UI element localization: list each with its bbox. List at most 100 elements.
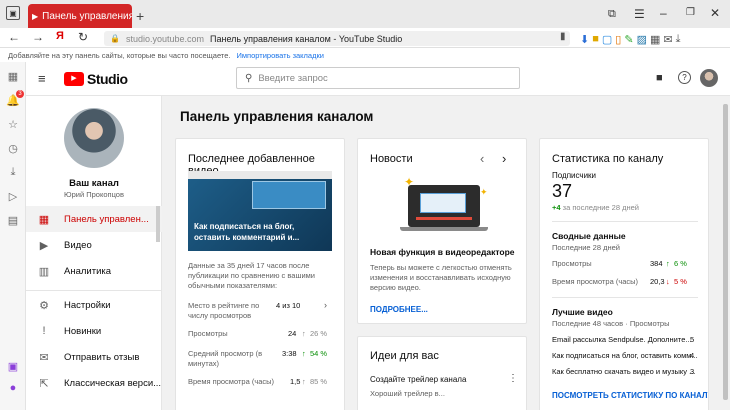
- extension-download-icon[interactable]: ⤓: [676, 33, 681, 46]
- youtube-logo-icon: ▶: [64, 72, 84, 86]
- list-item[interactable]: Email рассылка Sendpulse. Дополните... 5: [552, 335, 698, 347]
- news-title: Новости: [370, 153, 413, 165]
- chevron-right-icon: ›: [324, 300, 327, 310]
- notification-badge: 3: [16, 90, 24, 98]
- arrow-up-icon: ↑: [666, 259, 670, 268]
- subs-label: Подписчики: [552, 171, 597, 180]
- watch-label: Время просмотра (часы): [552, 277, 639, 286]
- tab-youtube-studio[interactable]: ▶ Панель управления к ✕: [28, 4, 132, 28]
- channel-avatar[interactable]: [64, 108, 124, 168]
- row-value: 1,5: [290, 377, 301, 386]
- lock-icon: 🔒: [110, 34, 120, 43]
- more-vert-icon[interactable]: ⋮: [508, 373, 518, 384]
- back-icon[interactable]: ←: [8, 30, 20, 44]
- apps-grid-icon[interactable]: ▦: [5, 68, 21, 84]
- news-more-link[interactable]: ПОДРОБНЕЕ...: [370, 305, 428, 314]
- url-host: studio.youtube.com: [125, 33, 205, 44]
- sidebar-item-label: Настройки: [64, 299, 111, 311]
- extension-square-icon[interactable]: ■: [592, 33, 599, 45]
- scrollbar-thumb[interactable]: [723, 104, 728, 400]
- help-icon[interactable]: ?: [678, 71, 691, 84]
- sidebar-item-settings[interactable]: ⚙ Настройки: [26, 292, 162, 318]
- latest-video-summary: Данные за 35 дней 17 часов после публика…: [188, 261, 315, 290]
- alice-assistant-icon[interactable]: ●: [5, 380, 21, 396]
- extension-grid-icon[interactable]: ▦: [650, 33, 660, 46]
- extension-frame-icon[interactable]: ▢: [602, 33, 612, 46]
- menu-icon[interactable]: ☰: [634, 7, 645, 21]
- best-period: Последние 48 часов · Просмотры: [552, 319, 670, 328]
- list-item[interactable]: Как подписаться на блог, оставить комм..…: [552, 351, 698, 363]
- sidebar-divider: [26, 290, 162, 291]
- sidebar-item-feedback[interactable]: ✉ Отправить отзыв: [26, 344, 162, 370]
- row-label: Место в рейтинге по числу просмотров: [188, 301, 260, 320]
- extension-chat-icon[interactable]: ✉: [663, 33, 672, 46]
- list-item[interactable]: Как бесплатно скачать видео и музыку ...…: [552, 367, 698, 379]
- minimize-icon[interactable]: –: [660, 6, 667, 20]
- divider: [552, 297, 698, 298]
- sidebar-item-analytics[interactable]: ▥ Аналитика: [26, 258, 162, 284]
- watch-delta: 5 %: [674, 277, 687, 286]
- sidebar-item-whats-new[interactable]: ! Новинки: [26, 318, 162, 344]
- history-icon[interactable]: ◷: [5, 140, 21, 156]
- best-video-views: 5: [690, 335, 695, 344]
- stats-more-link[interactable]: ПОСМОТРЕТЬ СТАТИСТИКУ ПО КАНАЛУ: [552, 391, 708, 400]
- subs-delta: +4: [552, 203, 561, 212]
- downloads-rail-icon[interactable]: ⤓: [5, 164, 21, 180]
- ideas-card: Идеи для вас Создайте трейлер канала ⋮ Х…: [357, 336, 527, 410]
- hamburger-menu-icon[interactable]: ≡: [38, 71, 46, 86]
- analytics-icon: ▥: [38, 265, 50, 278]
- download-icon[interactable]: ⬇: [580, 33, 589, 46]
- best-video-title: Как подписаться на блог, оставить комм..…: [552, 351, 698, 360]
- chevron-right-icon[interactable]: ›: [502, 151, 506, 166]
- thumbnail-screenshot: [252, 181, 326, 209]
- thumbnail-caption: Как подписаться на блог, оставить коммен…: [194, 222, 300, 242]
- laptop-base: [400, 227, 488, 231]
- star-icon[interactable]: ☆: [5, 116, 21, 132]
- table-row: Просмотры 384 ↑ 6 %: [552, 259, 698, 271]
- avatar[interactable]: [700, 69, 718, 87]
- row-label: Время просмотра (часы): [188, 377, 275, 386]
- forward-icon[interactable]: →: [32, 30, 44, 44]
- search-input[interactable]: ⚲ Введите запрос: [236, 67, 520, 89]
- row-delta: 85 %: [310, 377, 328, 386]
- purple-app-icon[interactable]: ▣: [5, 358, 21, 374]
- extension-pen-icon[interactable]: ✎: [624, 33, 633, 46]
- extension-phone-icon[interactable]: ▯: [615, 33, 621, 46]
- bookmark-icon[interactable]: ▮: [560, 31, 566, 42]
- row-label: Просмотры: [188, 329, 228, 338]
- sparkle-icon: ✦: [480, 187, 488, 197]
- sidebar-item-classic[interactable]: ⇱ Классическая верси...: [26, 370, 162, 396]
- close-window-icon[interactable]: ✕: [710, 6, 720, 20]
- video-icon: ▶: [39, 239, 49, 252]
- create-video-icon[interactable]: ■: [656, 72, 663, 84]
- thumbnail-browser-strip: [188, 171, 332, 179]
- new-tab-icon[interactable]: ▣: [6, 6, 20, 20]
- restore-icon[interactable]: ❐: [686, 7, 695, 18]
- summary-title: Сводные данные: [552, 231, 626, 241]
- url-field[interactable]: 🔒 studio.youtube.com Панель управления к…: [104, 31, 570, 46]
- browser-tab-bar: ▣ ▶ Панель управления к ✕ + ⧉ ☰ – ❐ ✕: [0, 0, 730, 28]
- play-icon[interactable]: ▷: [5, 188, 21, 204]
- news-icon: !: [42, 325, 46, 337]
- chevron-left-icon[interactable]: ‹: [480, 151, 484, 166]
- bookmark-hint: Добавляйте на эту панель сайты, которые …: [8, 50, 231, 60]
- summary-period: Последние 28 дней: [552, 243, 620, 252]
- video-thumbnail[interactable]: Как подписаться на блог, оставить коммен…: [188, 171, 332, 251]
- idea-item[interactable]: Создайте трейлер канала: [370, 375, 466, 384]
- arrow-down-icon: ↓: [666, 277, 670, 286]
- sidebar-item-videos[interactable]: ▶ Видео: [26, 232, 162, 258]
- sidebar-item-dashboard[interactable]: ▦ Панель управлен...: [26, 206, 162, 232]
- row-delta: 54 %: [310, 349, 328, 358]
- refresh-icon[interactable]: ↻: [78, 30, 88, 44]
- table-row[interactable]: Место в рейтинге по числу просмотров 4 и…: [188, 300, 332, 323]
- news-body: Теперь вы можете с легкостью отменять из…: [370, 263, 512, 292]
- document-icon[interactable]: ▤: [5, 212, 21, 228]
- extension-picture-icon[interactable]: ▨: [637, 33, 647, 46]
- yandex-logo-icon[interactable]: Я: [56, 30, 64, 42]
- tabs-icon[interactable]: ⧉: [608, 8, 616, 21]
- studio-logo-text: Studio: [87, 71, 128, 87]
- studio-logo[interactable]: ▶ Studio: [64, 71, 128, 87]
- add-tab-icon[interactable]: +: [136, 8, 144, 24]
- import-bookmarks-link[interactable]: Импортировать закладки: [236, 51, 323, 60]
- latest-video-card: Последнее добавленное видео Как подписат…: [175, 138, 345, 410]
